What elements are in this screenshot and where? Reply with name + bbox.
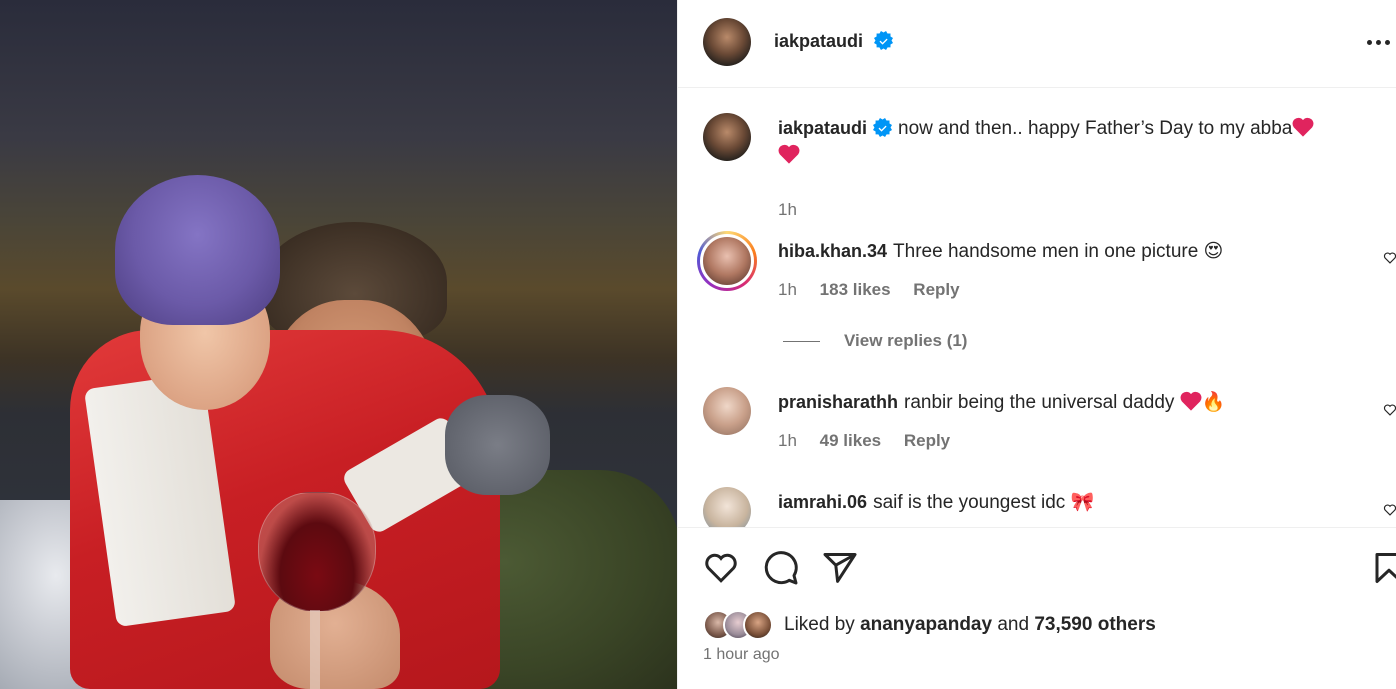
comments-list[interactable]: iakpataudi now and then.. happy Father’s … xyxy=(678,89,1396,527)
caption-time: 1h xyxy=(778,200,797,219)
red-heart-emoji-icon xyxy=(1292,117,1314,137)
caption-text: iakpataudi now and then.. happy Father’s … xyxy=(778,115,1378,169)
liked-by-text[interactable]: Liked by ananyapanday and 73,590 others xyxy=(784,614,1156,636)
photo-glass-stem xyxy=(310,610,320,689)
comment-username[interactable]: hiba.khan.34 xyxy=(778,241,887,261)
comment-body: Three handsome men in one picture 😍 xyxy=(893,241,1224,262)
verified-icon xyxy=(873,118,893,137)
replies-divider-line xyxy=(783,341,820,343)
photo-purple-beanie xyxy=(115,175,280,325)
heart-icon[interactable] xyxy=(703,550,739,586)
avatar[interactable] xyxy=(703,113,751,161)
more-options-icon[interactable] xyxy=(1367,30,1396,54)
share-icon[interactable] xyxy=(822,550,858,586)
comment-likes[interactable]: 49 likes xyxy=(820,431,881,450)
liked-by-prefix: Liked by xyxy=(784,614,855,635)
likes-summary: Liked by ananyapanday and 73,590 others xyxy=(703,610,1383,644)
post-header: iakpataudi xyxy=(678,0,1396,88)
red-heart-emoji-icon xyxy=(778,144,800,164)
avatar[interactable] xyxy=(703,487,751,527)
comment-meta: 1h 183 likes Reply xyxy=(778,280,978,300)
post-timestamp[interactable]: 1 hour ago xyxy=(703,646,780,664)
comment-text: pranisharathh ranbir being the universal … xyxy=(778,389,1378,416)
comment-time: 1h xyxy=(778,280,797,299)
avatar[interactable] xyxy=(703,387,751,435)
liked-by-others[interactable]: 73,590 others xyxy=(1034,614,1155,635)
reply-button[interactable]: Reply xyxy=(904,431,950,450)
reply-button[interactable]: Reply xyxy=(913,280,959,299)
comment-text: hiba.khan.34 Three handsome men in one pi… xyxy=(778,238,1378,265)
post-photo[interactable] xyxy=(0,0,677,689)
photo-wine-glass xyxy=(258,492,376,612)
caption-body: now and then.. happy Father’s Day to my … xyxy=(898,118,1293,139)
comment-body: ranbir being the universal daddy xyxy=(904,392,1175,413)
caption-meta: 1h xyxy=(778,200,815,220)
photo-mitten xyxy=(445,395,550,495)
comment-meta: 1h 49 likes Reply xyxy=(778,431,968,451)
post-actions: Liked by ananyapanday and 73,590 others … xyxy=(678,527,1396,689)
red-heart-emoji-icon xyxy=(1180,391,1202,411)
liked-by-user[interactable]: ananyapanday xyxy=(860,614,992,635)
avatar xyxy=(743,610,773,640)
story-ring-avatar[interactable] xyxy=(697,231,757,291)
post-side-panel: iakpataudi iakpataudi now and then.. happ… xyxy=(677,0,1396,689)
fire-emoji-icon: 🔥 xyxy=(1201,392,1226,413)
header-username[interactable]: iakpataudi xyxy=(774,31,894,52)
view-replies-button[interactable]: View replies (1) xyxy=(783,331,967,351)
comment-likes[interactable]: 183 likes xyxy=(820,280,891,299)
comment-text: iamrahi.06 saif is the youngest idc 🎀 xyxy=(778,489,1378,516)
header-username-text[interactable]: iakpataudi xyxy=(774,31,863,51)
comment-body: saif is the youngest idc 🎀 xyxy=(873,492,1095,513)
heart-icon[interactable] xyxy=(1383,403,1396,417)
verified-icon xyxy=(874,31,894,50)
caption-username[interactable]: iakpataudi xyxy=(778,118,867,138)
view-replies-label[interactable]: View replies (1) xyxy=(844,331,967,350)
heart-icon[interactable] xyxy=(1383,251,1396,265)
comment-username[interactable]: iamrahi.06 xyxy=(778,492,867,512)
comment-time: 1h xyxy=(778,431,797,450)
comment-icon[interactable] xyxy=(763,550,799,586)
heart-icon[interactable] xyxy=(1383,503,1396,517)
avatar[interactable] xyxy=(703,18,751,66)
liked-by-conjunction: and xyxy=(997,614,1030,635)
bookmark-icon[interactable] xyxy=(1371,550,1396,586)
comment-username[interactable]: pranisharathh xyxy=(778,392,898,412)
